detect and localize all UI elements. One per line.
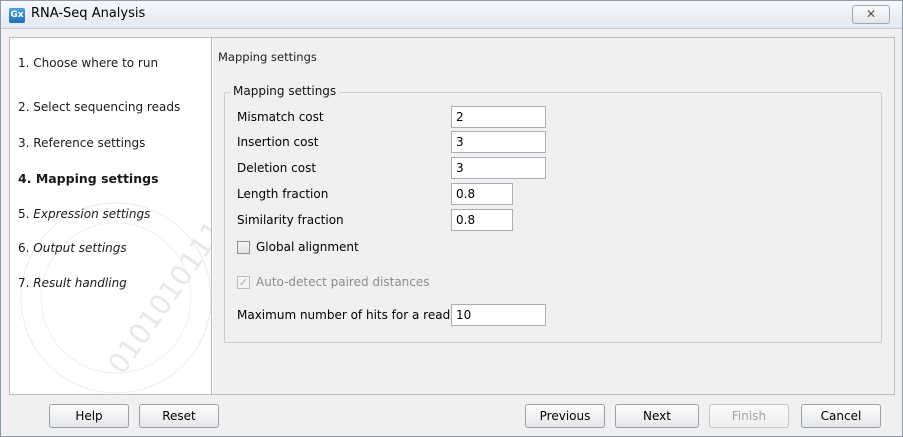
deletion-cost-field[interactable]: 3 [451, 157, 546, 179]
close-icon: ✕ [865, 7, 877, 21]
mismatch-cost-field[interactable]: 2 [451, 106, 546, 128]
global-alignment-checkbox[interactable] [237, 241, 250, 254]
length-fraction-label: Length fraction [237, 187, 329, 201]
step-number: 5. [18, 207, 30, 221]
finish-button[interactable]: Finish [709, 404, 789, 428]
deletion-cost-label: Deletion cost [237, 161, 317, 175]
step-select-sequencing-reads: 2. Select sequencing reads [18, 100, 180, 114]
step-number: 7. [18, 276, 30, 290]
checkmark-icon: ✓ [238, 276, 249, 289]
insertion-cost-field[interactable]: 3 [451, 131, 546, 153]
step-result-handling: 7. Result handling [18, 276, 127, 290]
step-label: Result handling [33, 276, 127, 290]
max-hits-field[interactable]: 10 [451, 304, 546, 326]
step-expression-settings: 5. Expression settings [18, 207, 150, 221]
dialog-window: Gx RNA-Seq Analysis ✕ 0101010111010 1. C… [0, 0, 903, 437]
reset-button[interactable]: Reset [139, 404, 219, 428]
help-button[interactable]: Help [49, 404, 129, 428]
step-number: 1. [18, 56, 30, 70]
step-reference-settings: 3. Reference settings [18, 136, 145, 150]
step-label: Select sequencing reads [33, 100, 181, 114]
step-mapping-settings: 4. Mapping settings [18, 171, 159, 186]
step-label: Mapping settings [35, 171, 159, 186]
step-number: 2. [18, 100, 30, 114]
step-number: 3. [18, 136, 30, 150]
max-hits-label: Maximum number of hits for a read [237, 308, 451, 322]
previous-button[interactable]: Previous [525, 404, 605, 428]
button-bar: Help Reset Previous Next Finish Cancel [1, 397, 902, 436]
step-choose-where-to-run: 1. Choose where to run [18, 56, 158, 70]
settings-panel: Mapping settings Mapping settings Mismat… [213, 38, 894, 394]
step-label: Choose where to run [33, 56, 159, 70]
group-title: Mapping settings [230, 84, 340, 98]
similarity-fraction-field[interactable]: 0.8 [451, 209, 513, 231]
mismatch-cost-label: Mismatch cost [237, 110, 324, 124]
app-icon: Gx [9, 8, 25, 23]
dialog-content: 0101010111010 1. Choose where to run 2. … [9, 37, 895, 395]
step-output-settings: 6. Output settings [18, 241, 127, 255]
close-button[interactable]: ✕ [852, 5, 890, 24]
mapping-settings-group: Mapping settings Mismatch cost 2 Inserti… [224, 84, 882, 343]
length-fraction-field[interactable]: 0.8 [451, 183, 513, 205]
step-number: 4. [18, 171, 32, 186]
step-label: Expression settings [33, 207, 151, 221]
step-label: Output settings [33, 241, 127, 255]
step-label: Reference settings [33, 136, 146, 150]
title-bar: Gx RNA-Seq Analysis ✕ [1, 1, 902, 29]
cancel-button[interactable]: Cancel [801, 404, 881, 428]
wizard-steps: 0101010111010 1. Choose where to run 2. … [10, 38, 212, 394]
step-number: 6. [18, 241, 30, 255]
insertion-cost-label: Insertion cost [237, 135, 319, 149]
similarity-fraction-label: Similarity fraction [237, 213, 344, 227]
auto-detect-label: Auto-detect paired distances [256, 275, 430, 289]
global-alignment-label: Global alignment [256, 240, 359, 254]
window-title: RNA-Seq Analysis [31, 6, 146, 21]
auto-detect-checkbox[interactable]: ✓ [237, 276, 250, 289]
next-button[interactable]: Next [615, 404, 699, 428]
panel-title: Mapping settings [218, 50, 317, 64]
